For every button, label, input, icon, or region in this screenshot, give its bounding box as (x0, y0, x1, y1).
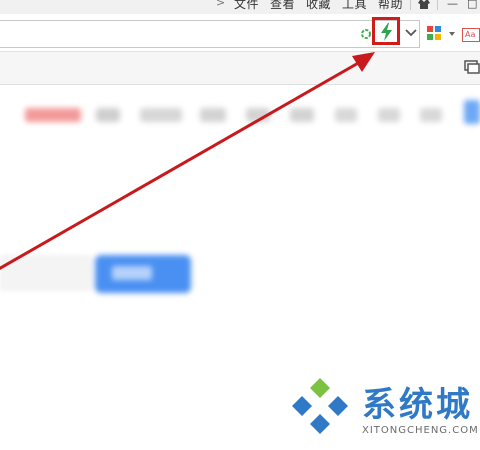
blurred-nav-item (96, 108, 120, 122)
lightning-icon[interactable] (379, 23, 395, 41)
favorites-bar (0, 51, 480, 85)
maximize-button[interactable]: □ (467, 0, 477, 11)
menu-expand-arrow[interactable]: > (216, 0, 225, 9)
menu-bar: > 文件 查看 收藏 工具 帮助 — □ (0, 0, 480, 14)
address-bar[interactable] (0, 20, 420, 48)
blurred-search-input (0, 255, 92, 291)
speed-mode-button-highlight[interactable] (372, 17, 400, 45)
screen-icon[interactable] (464, 60, 480, 74)
chevron-down-icon[interactable] (405, 29, 417, 37)
blurred-nav-item (420, 108, 442, 122)
refresh-icon[interactable] (360, 28, 372, 40)
window-separator (437, 0, 438, 10)
minimize-button[interactable]: — (447, 0, 458, 11)
blurred-nav-item (335, 108, 357, 122)
menu-item-view[interactable]: 查看 (270, 0, 295, 12)
blurred-nav-item (246, 108, 270, 122)
watermark-logo-icon (292, 378, 348, 434)
translate-icon[interactable]: Aa (462, 28, 480, 42)
blurred-nav-item (378, 108, 400, 122)
menu-item-tools[interactable]: 工具 (342, 0, 367, 12)
menu-item-help[interactable]: 帮助 (378, 0, 403, 12)
blurred-nav-item (200, 108, 226, 122)
blurred-nav-item (25, 108, 81, 122)
menu-item-file[interactable]: 文件 (234, 0, 259, 12)
shirt-skin-icon[interactable] (418, 0, 430, 9)
menu-item-favorites[interactable]: 收藏 (306, 0, 331, 12)
blurred-search-button-label (112, 266, 152, 280)
blurred-nav-item (290, 108, 314, 122)
watermark-brand: 系统城 (362, 385, 473, 425)
blurred-nav-item (464, 100, 480, 124)
caret-down-icon[interactable] (449, 32, 455, 36)
apps-icon[interactable] (427, 26, 441, 40)
watermark-domain: XITONGCHENG.COM (362, 425, 479, 436)
window-separator (410, 0, 411, 10)
blurred-nav-item (140, 108, 182, 122)
